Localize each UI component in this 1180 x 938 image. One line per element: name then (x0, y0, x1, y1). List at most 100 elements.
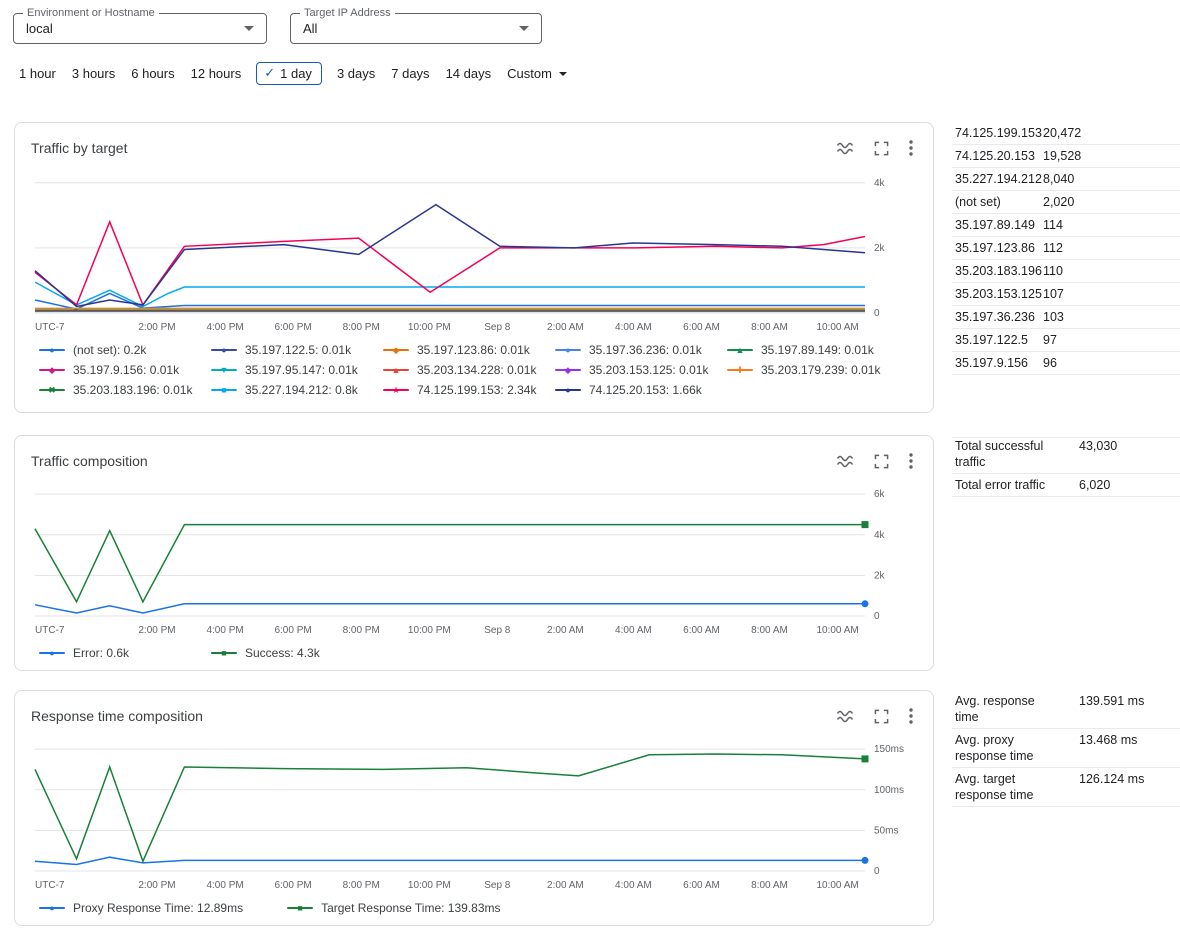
legend-item[interactable]: ●(not set): 0.2k (39, 343, 211, 357)
more-vert-icon (909, 453, 913, 469)
svg-text:10:00 PM: 10:00 PM (408, 322, 451, 333)
row-label: 35.197.89.149 (955, 217, 1043, 233)
svg-text:50ms: 50ms (874, 825, 898, 836)
svg-text:6k: 6k (874, 489, 886, 500)
dropdown-arrow-icon (244, 26, 254, 31)
time-range-14-days[interactable]: 14 days (445, 62, 493, 85)
environment-select[interactable]: Environment or Hostname local (13, 13, 267, 44)
table-row: 35.197.89.149114 (952, 214, 1180, 237)
chart-title: Response time composition (31, 708, 203, 724)
time-range-custom[interactable]: Custom (506, 62, 568, 85)
compare-icon (836, 708, 854, 724)
traffic-by-target-plot[interactable]: 02k4kUTC-72:00 PM4:00 PM6:00 PM8:00 PM10… (31, 161, 919, 339)
time-range-label: 3 days (337, 66, 375, 81)
traffic-composition-plot[interactable]: 02k4k6kUTC-72:00 PM4:00 PM6:00 PM8:00 PM… (31, 474, 919, 642)
legend-item[interactable]: ▲35.197.89.149: 0.01k (727, 343, 899, 357)
svg-text:8:00 AM: 8:00 AM (751, 880, 788, 891)
compare-button[interactable] (836, 140, 854, 156)
legend-item[interactable]: ■Target Response Time: 139.83ms (287, 901, 500, 915)
fullscreen-icon (874, 454, 889, 469)
more-options-button[interactable] (909, 708, 913, 724)
table-row: 74.125.20.15319,528 (952, 145, 1180, 168)
star-marker-icon: ★ (383, 384, 409, 396)
svg-text:6:00 PM: 6:00 PM (274, 322, 311, 333)
svg-text:2k: 2k (874, 243, 886, 254)
compare-button[interactable] (836, 708, 854, 724)
legend-label: 35.197.95.147: 0.01k (245, 363, 358, 377)
row-value: 97 (1043, 332, 1057, 348)
time-range-12-hours[interactable]: 12 hours (190, 62, 243, 85)
chart-toolbar (836, 453, 917, 469)
table-row: 35.197.123.86112 (952, 237, 1180, 260)
row-value: 126.124 ms (1079, 771, 1144, 787)
square-marker-icon: ■ (211, 647, 237, 659)
row-value: 20,472 (1043, 125, 1081, 141)
fullscreen-button[interactable] (874, 454, 889, 469)
svg-text:Sep 8: Sep 8 (484, 322, 511, 333)
compare-button[interactable] (836, 453, 854, 469)
svg-text:6:00 PM: 6:00 PM (274, 880, 311, 891)
legend-label: Success: 4.3k (245, 646, 320, 660)
chart-title: Traffic composition (31, 453, 148, 469)
environment-select-label: Environment or Hostname (23, 7, 159, 19)
time-range-label: 6 hours (131, 66, 174, 81)
row-value: 139.591 ms (1079, 693, 1144, 709)
legend-item[interactable]: ■ Success: 4.3k (211, 646, 383, 660)
svg-text:Sep 8: Sep 8 (484, 625, 511, 636)
row-label: Total error traffic (955, 477, 1079, 493)
legend-item[interactable]: ●Proxy Response Time: 12.89ms (39, 901, 243, 915)
row-label: 35.203.153.125 (955, 286, 1043, 302)
fullscreen-button[interactable] (874, 141, 889, 156)
fullscreen-button[interactable] (874, 709, 889, 724)
legend-item[interactable]: ▲35.203.134.228: 0.01k (383, 363, 555, 377)
time-range-7-days[interactable]: 7 days (390, 62, 430, 85)
table-row: 35.197.36.236103 (952, 306, 1180, 329)
legend-item[interactable]: ●Error: 0.6k (39, 646, 211, 660)
legend-item[interactable]: ●35.197.36.236: 0.01k (555, 343, 727, 357)
row-label: 35.197.36.236 (955, 309, 1043, 325)
table-row: 35.197.122.597 (952, 329, 1180, 352)
response-time-composition-plot[interactable]: 050ms100ms150msUTC-72:00 PM4:00 PM6:00 P… (31, 729, 919, 897)
legend-item[interactable]: ◆35.197.123.86: 0.01k (383, 343, 555, 357)
legend-label: 35.197.36.236: 0.01k (589, 343, 702, 357)
chart-toolbar (836, 708, 917, 724)
more-options-button[interactable] (909, 453, 913, 469)
time-range-6-hours[interactable]: 6 hours (130, 62, 175, 85)
legend-item[interactable]: ★ 74.125.199.153: 2.34k (383, 383, 555, 397)
legend-label: 74.125.199.153: 2.34k (417, 383, 536, 397)
legend-item[interactable]: ▼35.197.95.147: 0.01k (211, 363, 383, 377)
row-value: 112 (1043, 240, 1063, 256)
table-row: Avg. target response time126.124 ms (952, 768, 1180, 807)
legend-item[interactable]: ■35.227.194.212: 0.8k (211, 383, 383, 397)
legend-item[interactable]: ●35.197.122.5: 0.01k (211, 343, 383, 357)
svg-text:10:00 AM: 10:00 AM (816, 322, 858, 333)
legend-label: 35.197.122.5: 0.01k (245, 343, 351, 357)
table-row: 35.227.194.2128,040 (952, 168, 1180, 191)
target-ip-select[interactable]: Target IP Address All (290, 13, 542, 44)
fullscreen-icon (874, 709, 889, 724)
time-range-3-days[interactable]: 3 days (336, 62, 376, 85)
table-row: Avg. response time139.591 ms (952, 690, 1180, 729)
table-row: Avg. proxy response time13.468 ms (952, 729, 1180, 768)
legend-item[interactable]: ◆35.197.9.156: 0.01k (39, 363, 211, 377)
svg-text:4:00 PM: 4:00 PM (206, 322, 243, 333)
svg-text:10:00 AM: 10:00 AM (816, 625, 858, 636)
svg-text:UTC-7: UTC-7 (35, 322, 65, 333)
more-options-button[interactable] (909, 140, 913, 156)
legend-item[interactable]: ◆35.203.153.125: 0.01k (555, 363, 727, 377)
time-range-1-day[interactable]: ✓1 day (256, 62, 322, 85)
svg-text:6:00 AM: 6:00 AM (683, 880, 720, 891)
svg-text:2:00 AM: 2:00 AM (547, 322, 584, 333)
legend-item[interactable]: ✚35.203.179.239: 0.01k (727, 363, 899, 377)
legend-item[interactable]: ●74.125.20.153: 1.66k (555, 383, 727, 397)
legend-item[interactable]: ✖35.203.183.196: 0.01k (39, 383, 211, 397)
row-value: 2,020 (1043, 194, 1074, 210)
time-range-3-hours[interactable]: 3 hours (71, 62, 116, 85)
traffic-composition-legend: ●Error: 0.6k■ Success: 4.3k (31, 646, 917, 660)
time-range-1-hour[interactable]: 1 hour (18, 62, 57, 85)
time-range-label: 1 hour (19, 66, 56, 81)
row-value: 107 (1043, 286, 1064, 302)
square-marker-icon: ■ (211, 384, 237, 396)
time-range-label: 12 hours (191, 66, 242, 81)
diamond-marker-icon: ◆ (383, 344, 409, 356)
